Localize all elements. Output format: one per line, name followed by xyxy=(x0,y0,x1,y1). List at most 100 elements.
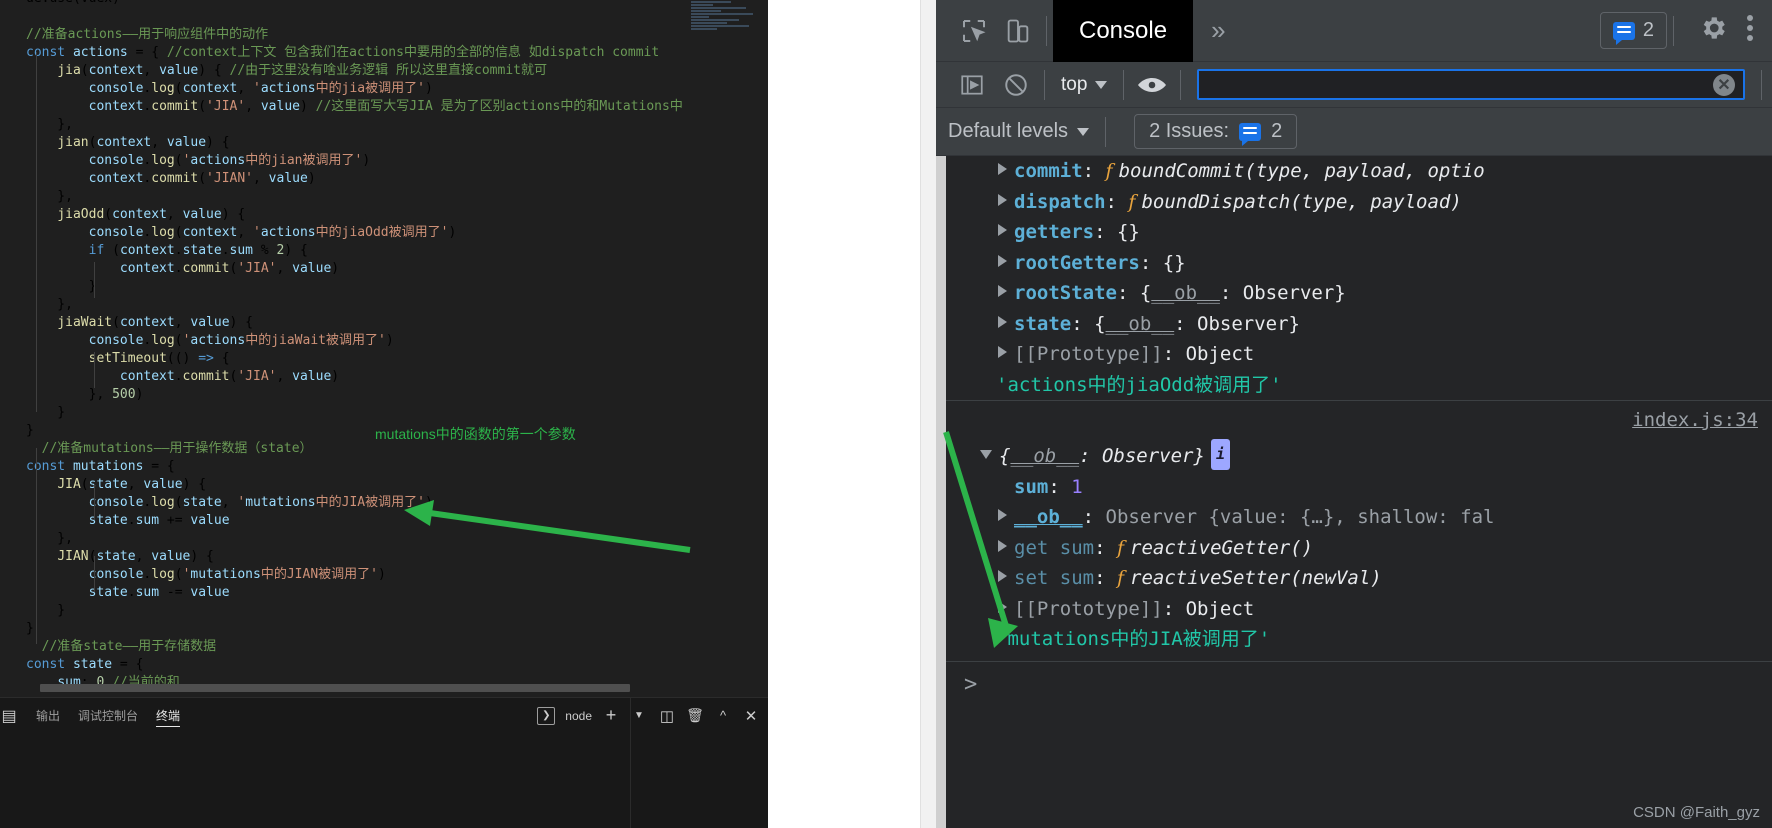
console-row[interactable]: 'actions中的jiaOdd被调用了' xyxy=(936,370,1772,401)
device-toolbar-icon[interactable] xyxy=(996,9,1040,53)
minimap[interactable] xyxy=(688,0,764,44)
console-row[interactable]: [[Prototype]]: Object xyxy=(936,339,1772,370)
info-badge-icon[interactable]: i xyxy=(1210,439,1230,470)
close-icon[interactable]: ✕ xyxy=(742,707,760,725)
console-output[interactable]: commit: f boundCommit(type, payload, opt… xyxy=(936,156,1772,828)
more-options-icon[interactable] xyxy=(1746,13,1754,48)
chevron-down-icon[interactable]: ▼ xyxy=(630,707,648,725)
code-line[interactable]: const actions = { //context上下文 包含我们在acti… xyxy=(0,44,683,62)
console-sidebar-icon[interactable] xyxy=(950,63,994,107)
code-line[interactable]: jian(context, value) { xyxy=(0,134,683,152)
code-line[interactable]: context.commit('JIA', value) xyxy=(0,260,683,278)
clear-console-icon[interactable] xyxy=(994,63,1038,107)
code-line[interactable]: }, 500) xyxy=(0,386,683,404)
code-line[interactable]: //准备actions——用于响应组件中的动作 xyxy=(0,26,683,44)
console-row[interactable]: commit: f boundCommit(type, payload, opt… xyxy=(936,156,1772,187)
console-row[interactable]: dispatch: f boundDispatch(type, payload) xyxy=(936,187,1772,218)
code-line[interactable]: jiaWait(context, value) { xyxy=(0,314,683,332)
issues-summary-button[interactable]: 2 Issues: 2 xyxy=(1134,114,1298,149)
execution-context-selector[interactable]: top xyxy=(1061,74,1108,96)
code-editor[interactable]: ue.use(Vuex) //准备actions——用于响应组件中的动作cons… xyxy=(0,0,768,697)
code-line[interactable]: console.log('actions中的jiaWait被调用了') xyxy=(0,332,683,350)
code-line[interactable]: context.commit('JIA', value) //这里面写大写JIA… xyxy=(0,98,683,116)
code-line[interactable]: context.commit('JIA', value) xyxy=(0,368,683,386)
trash-icon[interactable]: 🗑 xyxy=(686,707,704,725)
code-line[interactable]: console.log(context, 'actions中的jia被调用了') xyxy=(0,80,683,98)
code-line[interactable]: if (context.state.sum % 2) { xyxy=(0,242,683,260)
expand-triangle-icon[interactable] xyxy=(998,285,1007,297)
expand-triangle-icon[interactable] xyxy=(998,600,1007,613)
gear-icon[interactable] xyxy=(1698,13,1728,48)
code-line[interactable]: setTimeout(() => { xyxy=(0,350,683,368)
issues-summary-label: 2 Issues: xyxy=(1149,120,1230,142)
code-line[interactable]: context.commit('JIAN', value) xyxy=(0,170,683,188)
log-levels-dropdown[interactable]: Default levels xyxy=(948,120,1090,143)
console-row[interactable]: state: {__ob__: Observer} xyxy=(936,309,1772,340)
console-row[interactable]: 'mutations中的JIA被调用了' xyxy=(936,624,1772,655)
chevron-up-icon[interactable]: ^ xyxy=(714,707,732,725)
inspect-element-icon[interactable] xyxy=(952,9,996,53)
console-row[interactable]: {__ob__: Observer} i xyxy=(936,439,1772,472)
console-row[interactable]: __ob__: Observer {value: {…}, shallow: f… xyxy=(936,502,1772,533)
console-row[interactable]: get sum: f reactiveGetter() xyxy=(936,533,1772,564)
console-prompt[interactable]: > xyxy=(936,662,1772,701)
console-row[interactable]: set sum: f reactiveSetter(newVal) xyxy=(936,563,1772,594)
console-row[interactable]: getters: {} xyxy=(936,217,1772,248)
code-line[interactable]: } xyxy=(0,602,683,620)
code-line[interactable]: console.log(context, 'actions中的jiaOdd被调用… xyxy=(0,224,683,242)
panel-action-icons: ❯ node + ▼ ◫ 🗑 ^ ✕ xyxy=(537,698,760,733)
code-line[interactable]: console.log('actions中的jian被调用了') xyxy=(0,152,683,170)
code-line[interactable]: ue.use(Vuex) xyxy=(0,0,683,8)
code-line[interactable]: } xyxy=(0,278,683,296)
code-line[interactable]: const mutations = { xyxy=(0,458,683,476)
terminal-icon[interactable]: ❯ xyxy=(537,706,556,725)
split-editor-icon[interactable]: ◫ xyxy=(658,707,676,725)
expand-triangle-icon[interactable] xyxy=(998,570,1007,582)
console-filter-input[interactable]: ✕ xyxy=(1197,69,1745,100)
tab-console[interactable]: Console xyxy=(1053,0,1194,62)
console-row[interactable]: rootGetters: {} xyxy=(936,248,1772,279)
panel-tab-output[interactable]: 输出 xyxy=(36,705,60,726)
add-icon[interactable]: + xyxy=(602,705,620,725)
code-line[interactable]: } xyxy=(0,422,683,440)
collapse-triangle-icon[interactable] xyxy=(980,450,992,459)
panel-tab-debug-console[interactable]: 调试控制台 xyxy=(78,705,138,726)
console-row[interactable]: sum: 1 xyxy=(936,472,1772,503)
clear-input-icon[interactable]: ✕ xyxy=(1713,73,1735,96)
expand-triangle-icon[interactable] xyxy=(998,163,1007,175)
expand-triangle-icon[interactable] xyxy=(998,224,1007,236)
more-tabs-icon[interactable]: » xyxy=(1193,15,1243,46)
panel-tab-terminal[interactable]: 终端 xyxy=(156,705,181,727)
code-line[interactable]: }, xyxy=(0,188,683,206)
page-scrollbar-track[interactable] xyxy=(920,0,936,828)
code-line[interactable]: JIA(state, value) { xyxy=(0,476,683,494)
code-line[interactable]: jia(context, value) { //由于这里没有啥业务逻辑 所以这里… xyxy=(0,62,683,80)
code-line[interactable]: state.sum -= value xyxy=(0,584,683,602)
terminal-name-label[interactable]: node xyxy=(565,709,592,723)
code-content[interactable]: ue.use(Vuex) //准备actions——用于响应组件中的动作cons… xyxy=(0,0,683,692)
code-line[interactable]: console.log('mutations中的JIAN被调用了') xyxy=(0,566,683,584)
code-line[interactable]: const state = { xyxy=(0,656,683,674)
console-row-list: commit: f boundCommit(type, payload, opt… xyxy=(936,156,1772,700)
code-line[interactable]: jiaOdd(context, value) { xyxy=(0,206,683,224)
expand-triangle-icon[interactable] xyxy=(998,346,1007,358)
expand-triangle-icon[interactable] xyxy=(998,193,1007,206)
issues-badge-button[interactable]: 2 xyxy=(1599,12,1667,49)
code-line[interactable]: }, xyxy=(0,296,683,314)
code-line[interactable]: } xyxy=(0,620,683,638)
expand-triangle-icon[interactable] xyxy=(998,254,1007,267)
code-line[interactable]: //准备state——用于存储数据 xyxy=(0,638,683,656)
expand-triangle-icon[interactable] xyxy=(998,509,1007,521)
code-line[interactable]: }, xyxy=(0,116,683,134)
console-left-scrollbar[interactable] xyxy=(936,156,946,828)
live-expression-icon[interactable] xyxy=(1130,63,1174,107)
console-row[interactable]: [[Prototype]]: Object xyxy=(936,594,1772,625)
source-link[interactable]: index.js:34 xyxy=(1632,409,1758,431)
editor-horizontal-scrollbar[interactable] xyxy=(40,684,630,692)
expand-triangle-icon[interactable] xyxy=(998,315,1007,328)
code-line[interactable]: //准备mutations——用于操作数据（state） xyxy=(0,440,683,458)
console-row[interactable]: rootState: {__ob__: Observer} xyxy=(936,278,1772,309)
expand-triangle-icon[interactable] xyxy=(998,539,1007,552)
code-line[interactable] xyxy=(0,8,683,26)
code-line[interactable]: } xyxy=(0,404,683,422)
